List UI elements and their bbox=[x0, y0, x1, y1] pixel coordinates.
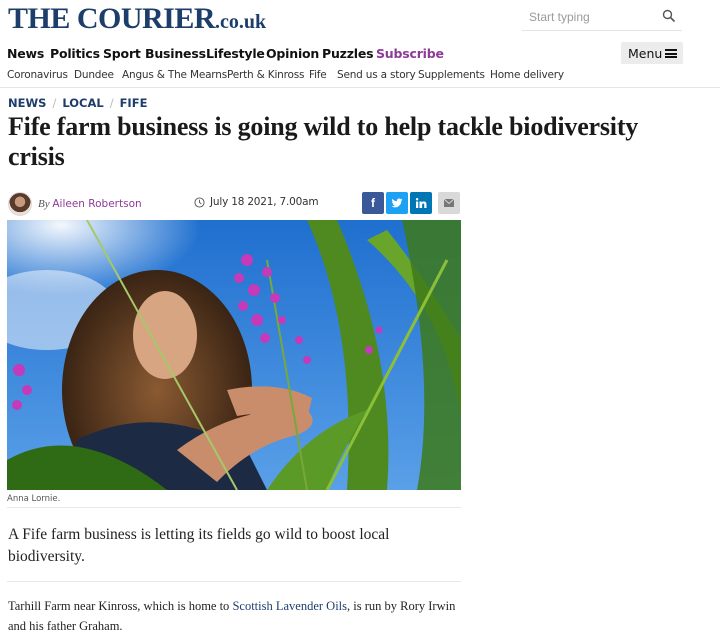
breadcrumb-news[interactable]: NEWS bbox=[8, 96, 46, 110]
author-byline: By Aileen Robertson bbox=[38, 198, 142, 210]
subnav-item-dundee[interactable]: Dundee bbox=[74, 69, 114, 81]
share-facebook-button[interactable]: f bbox=[362, 192, 384, 214]
share-twitter-button[interactable] bbox=[386, 192, 408, 214]
nav-item-lifestyle[interactable]: Lifestyle bbox=[206, 46, 265, 61]
secondary-nav: Coronavirus Dundee Angus & The Mearns Pe… bbox=[0, 66, 720, 88]
article-hero-image[interactable] bbox=[7, 220, 461, 490]
breadcrumb-separator: / bbox=[52, 96, 57, 110]
breadcrumb-local[interactable]: LOCAL bbox=[62, 96, 103, 110]
nav-item-business[interactable]: Business bbox=[145, 46, 206, 61]
byline: By Aileen Robertson July 18 2021, 7.00am… bbox=[8, 192, 462, 216]
nav-item-sport[interactable]: Sport bbox=[103, 46, 141, 61]
nav-item-news[interactable]: News bbox=[7, 46, 44, 61]
author-avatar[interactable] bbox=[8, 192, 32, 216]
byline-prefix: By bbox=[38, 198, 50, 210]
share-email-button[interactable] bbox=[438, 192, 460, 214]
facebook-icon: f bbox=[371, 196, 375, 210]
subnav-item-angus[interactable]: Angus & The Mearns bbox=[122, 69, 227, 81]
author-link[interactable]: Aileen Robertson bbox=[52, 198, 141, 210]
share-linkedin-button[interactable] bbox=[410, 192, 432, 214]
search-icon[interactable] bbox=[662, 9, 676, 23]
clock-icon bbox=[194, 197, 205, 208]
hamburger-icon bbox=[665, 49, 677, 58]
breadcrumb: NEWS / LOCAL / FIFE bbox=[8, 96, 147, 110]
twitter-icon bbox=[391, 198, 403, 208]
publish-date: July 18 2021, 7.00am bbox=[210, 196, 319, 208]
breadcrumb-fife[interactable]: FIFE bbox=[120, 96, 148, 110]
subnav-item-perth-kinross[interactable]: Perth & Kinross bbox=[227, 69, 304, 81]
breadcrumb-separator: / bbox=[109, 96, 114, 110]
menu-button[interactable]: Menu bbox=[621, 42, 683, 64]
hero-photo-illustration bbox=[7, 220, 461, 490]
subnav-item-fife[interactable]: Fife bbox=[309, 69, 327, 81]
logo-main-text: THE COURIER bbox=[8, 2, 216, 35]
subnav-item-home-delivery[interactable]: Home delivery bbox=[490, 69, 564, 81]
search-box[interactable]: Start typing bbox=[522, 4, 682, 31]
nav-item-politics[interactable]: Politics bbox=[50, 46, 100, 61]
subnav-item-supplements[interactable]: Supplements bbox=[418, 69, 485, 81]
nav-item-opinion[interactable]: Opinion bbox=[266, 46, 319, 61]
linkedin-icon bbox=[415, 198, 427, 208]
email-icon bbox=[443, 198, 455, 207]
nav-item-subscribe[interactable]: Subscribe bbox=[376, 46, 444, 61]
divider bbox=[7, 581, 461, 582]
article-paragraph: Tarhill Farm near Kinross, which is home… bbox=[8, 596, 458, 636]
subnav-item-coronavirus[interactable]: Coronavirus bbox=[7, 69, 68, 81]
paragraph-text: Tarhill Farm near Kinross, which is home… bbox=[8, 599, 233, 613]
nav-item-puzzles[interactable]: Puzzles bbox=[322, 46, 374, 61]
site-logo[interactable]: THE COURIER.co.uk bbox=[8, 2, 266, 36]
image-caption: Anna Lornie. bbox=[7, 494, 61, 504]
logo-domain-text: .co.uk bbox=[215, 11, 267, 33]
article-headline: Fife farm business is going wild to help… bbox=[8, 112, 639, 171]
masthead: THE COURIER.co.uk Start typing bbox=[0, 0, 720, 40]
scottish-lavender-oils-link[interactable]: Scottish Lavender Oils bbox=[232, 599, 347, 613]
primary-nav: News Politics Sport Business Lifestyle O… bbox=[0, 40, 720, 66]
divider bbox=[7, 507, 461, 508]
search-input[interactable]: Start typing bbox=[529, 10, 590, 24]
article-standfirst: A Fife farm business is letting its fiel… bbox=[8, 526, 390, 565]
menu-label: Menu bbox=[628, 46, 663, 61]
subnav-item-send-story[interactable]: Send us a story bbox=[337, 69, 416, 81]
